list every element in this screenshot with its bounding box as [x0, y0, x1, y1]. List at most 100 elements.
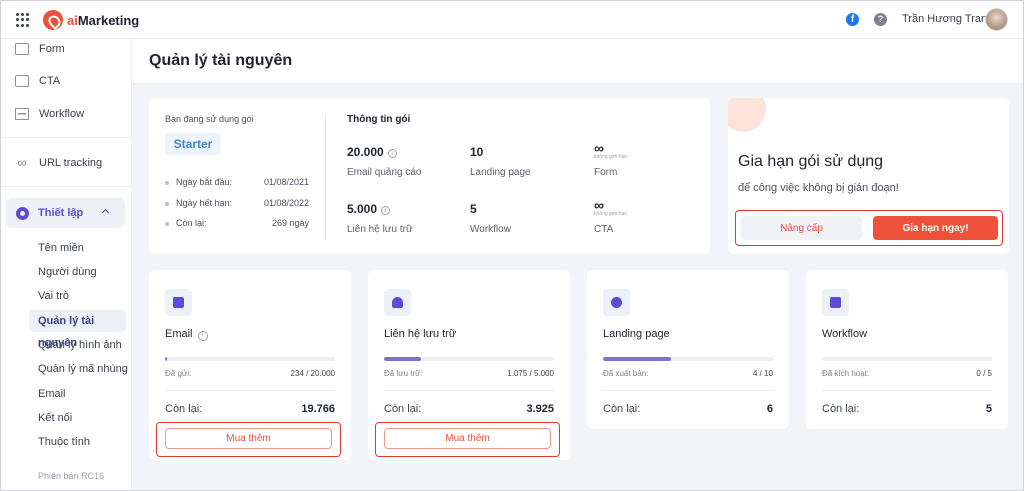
- sidebar-subitem-domain[interactable]: Tên miền: [38, 242, 84, 254]
- metric-contacts-value: 5.000 i: [347, 202, 391, 216]
- logo-text: aiMarketing: [67, 12, 140, 28]
- infinity-icon: ∞: [594, 197, 604, 213]
- remaining-value: 5: [985, 403, 992, 415]
- metric-cta-label: CTA: [594, 224, 614, 235]
- metric-contacts-label: Liên hệ lưu trữ: [347, 224, 413, 235]
- used-label: Đã lưu trữ:: [384, 369, 423, 378]
- facebook-icon[interactable]: f: [846, 13, 859, 26]
- plan-divider: [325, 114, 326, 240]
- page-header: Quản lý tài nguyên: [132, 39, 1023, 84]
- resource-card-workflow: Workflow Đã kích hoạt: 0 / 5 Còn lại: 5: [806, 270, 1008, 429]
- plan-info-title: Thông tin gói: [347, 114, 411, 125]
- decorative-blob: [728, 98, 766, 132]
- usage-progress-bar: [603, 357, 773, 361]
- sidebar-item-label: URL tracking: [39, 157, 103, 169]
- divider: [822, 390, 992, 391]
- used-value: 4 / 10: [752, 369, 773, 378]
- sidebar-divider: [1, 186, 132, 187]
- used-value: 0 / 5: [976, 369, 992, 378]
- sidebar-section-label: Thiết lập: [38, 207, 84, 219]
- usage-progress-bar: [165, 357, 335, 361]
- sidebar-subitem-resources[interactable]: Quản lý tài nguyên: [29, 310, 126, 349]
- renew-title: Gia hạn gói sử dụng: [738, 153, 884, 170]
- sidebar-subitem-email[interactable]: Email: [38, 388, 66, 400]
- sidebar-subitem-roles[interactable]: Vai trò: [38, 290, 69, 302]
- sidebar-item-cta[interactable]: CTA: [15, 75, 60, 87]
- sidebar-subitem-embed-codes[interactable]: Quản lý mã nhúng: [38, 363, 128, 375]
- sidebar-subitem-images[interactable]: Quản lý hình ảnh: [38, 339, 122, 351]
- used-label: Đã xuất bản:: [603, 369, 649, 378]
- resource-title: Liên hệ lưu trữ: [384, 328, 457, 340]
- cta-icon: [15, 75, 29, 87]
- divider: [384, 390, 554, 391]
- version-label: Phiên bản RC16: [38, 471, 105, 481]
- resource-card-landing-page: Landing page Đã xuất bản: 4 / 10 Còn lại…: [587, 270, 789, 429]
- used-label: Đã gửi:: [165, 369, 192, 378]
- gear-icon: [16, 206, 29, 220]
- upgrade-button[interactable]: Nâng cấp: [741, 216, 862, 240]
- divider: [603, 390, 773, 391]
- globe-icon: [603, 289, 630, 316]
- resource-title: Email i: [165, 328, 208, 341]
- info-icon[interactable]: i: [381, 206, 391, 215]
- sidebar-section-setup[interactable]: Thiết lập: [6, 198, 125, 228]
- mail-icon: [165, 289, 192, 316]
- used-label: Đã kích hoạt:: [822, 369, 870, 378]
- metric-workflow-value: 5: [470, 202, 477, 216]
- buy-more-button[interactable]: Mua thêm: [165, 428, 332, 449]
- renew-subtitle: để công việc không bị gián đoạn!: [738, 182, 899, 194]
- sidebar-item-workflow[interactable]: Workflow: [15, 108, 84, 120]
- sidebar-item-label: Form: [39, 43, 65, 55]
- used-value: 234 / 20.000: [290, 369, 335, 378]
- plan-using-label: Bạn đang sử dụng gói: [165, 114, 254, 124]
- sidebar: Form CTA Workflow ∞ URL tracking Thiết l…: [1, 39, 132, 490]
- metric-email-value: 20.000 i: [347, 145, 397, 159]
- metric-landing-label: Landing page: [470, 167, 531, 178]
- renew-card: Gia hạn gói sử dụng để công việc không b…: [728, 98, 1009, 254]
- remaining-label: Còn lại:: [822, 403, 860, 415]
- used-value: 1.075 / 5.000: [507, 369, 554, 378]
- user-name[interactable]: Trần Hương Trang: [902, 13, 993, 25]
- usage-progress-bar: [822, 357, 992, 361]
- buy-more-highlight: Mua thêm: [375, 422, 560, 457]
- plan-name-badge: Starter: [165, 133, 221, 155]
- renew-now-button[interactable]: Gia hạn ngay!: [873, 216, 998, 240]
- sidebar-item-form[interactable]: Form: [15, 43, 65, 55]
- help-icon[interactable]: ?: [874, 13, 887, 26]
- page-title: Quản lý tài nguyên: [149, 52, 293, 69]
- sidebar-subitem-connections[interactable]: Kết nối: [38, 412, 72, 424]
- buy-more-highlight: Mua thêm: [156, 422, 341, 457]
- workflow-icon: [15, 108, 29, 120]
- logo-mark-icon: [43, 10, 63, 30]
- resource-card-email: Email i Đã gửi: 234 / 20.000 Còn lại: 19.…: [149, 270, 351, 460]
- sidebar-item-label: CTA: [39, 75, 61, 87]
- plan-remaining-value: 269 ngày: [271, 218, 309, 228]
- apps-grid-icon[interactable]: [16, 13, 30, 27]
- users-icon: [384, 289, 411, 316]
- avatar[interactable]: [985, 8, 1008, 31]
- plan-end-row: Ngày hết hạn: 01/08/2022: [165, 198, 309, 208]
- workflow-icon: [822, 289, 849, 316]
- sidebar-subitem-attributes[interactable]: Thuộc tính: [38, 436, 90, 448]
- sidebar-subitem-users[interactable]: Người dùng: [38, 266, 97, 278]
- remaining-value: 6: [766, 403, 773, 415]
- app-frame: aiMarketing f ? Trần Hương Trang Form CT…: [0, 0, 1024, 491]
- main-content: Quản lý tài nguyên Bạn đang sử dụng gói …: [132, 39, 1023, 490]
- chevron-up-icon: [101, 208, 110, 217]
- info-icon[interactable]: i: [197, 331, 208, 341]
- link-icon: ∞: [17, 155, 27, 170]
- plan-card: Bạn đang sử dụng gói Starter Ngày bắt đầ…: [149, 98, 710, 254]
- buy-more-button[interactable]: Mua thêm: [384, 428, 551, 449]
- info-icon[interactable]: i: [387, 149, 397, 158]
- plan-start-value: 01/08/2021: [263, 177, 309, 187]
- remaining-value: 3.925: [526, 403, 554, 415]
- resource-title: Landing page: [603, 328, 670, 340]
- sidebar-item-url-tracking[interactable]: ∞ URL tracking: [15, 155, 103, 170]
- app-logo[interactable]: aiMarketing: [43, 10, 139, 30]
- remaining-label: Còn lại:: [603, 403, 641, 415]
- metric-workflow-label: Workflow: [470, 224, 511, 235]
- remaining-label: Còn lại:: [384, 403, 422, 415]
- sidebar-item-label: Workflow: [39, 108, 85, 120]
- divider: [165, 390, 335, 391]
- plan-end-value: 01/08/2022: [263, 198, 309, 208]
